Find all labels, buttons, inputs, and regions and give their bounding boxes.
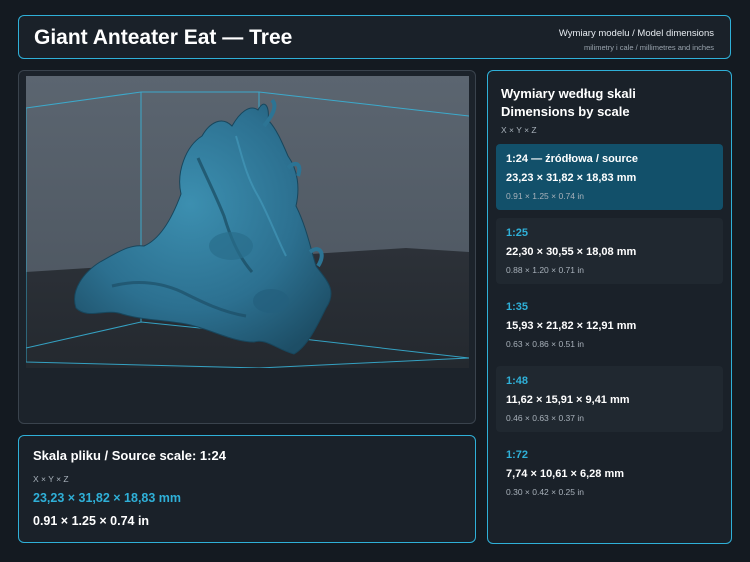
scale-label: 1:24 — źródłowa / source [506, 153, 639, 165]
header-subtitle: Wymiary modelu / Model dimensions [558, 28, 714, 39]
scale-mm: 22,30 × 30,55 × 18,08 mm [506, 246, 637, 258]
scale-card-1-72[interactable]: 1:72 7,74 × 10,61 × 6,28 mm 0.30 × 0.42 … [496, 440, 723, 506]
scale-mm: 15,93 × 21,82 × 12,91 mm [506, 320, 637, 332]
scale-card-1-24[interactable]: 1:24 — źródłowa / source 23,23 × 31,82 ×… [496, 144, 723, 210]
scales-panel-axes: X × Y × Z [501, 125, 537, 135]
scale-label: 1:48 [506, 375, 529, 387]
scale-mm: 11,62 × 15,91 × 9,41 mm [506, 394, 630, 406]
scale-label: 1:25 [506, 227, 529, 239]
scale-inches: 0.30 × 0.42 × 0.25 in [506, 487, 584, 497]
scale-label: 1:35 [506, 301, 529, 313]
scales-title-en: Dimensions by scale [501, 104, 630, 119]
page-title: Giant Anteater Eat — Tree [34, 26, 293, 49]
scale-card-1-35[interactable]: 1:35 15,93 × 21,82 × 12,91 mm 0.63 × 0.8… [496, 292, 723, 358]
scales-title-pl: Wymiary według skali [501, 86, 636, 101]
scale-inches: 0.91 × 1.25 × 0.74 in [506, 191, 584, 201]
header: Giant Anteater Eat — Tree Wymiary modelu… [18, 15, 731, 59]
scale-mm: 7,74 × 10,61 × 6,28 mm [506, 468, 625, 480]
source-scale-panel: Skala pliku / Source scale: 1:24 X × Y ×… [18, 435, 476, 543]
model-viewport[interactable] [18, 70, 476, 424]
source-scale-axes: X × Y × Z [33, 474, 69, 484]
dimensions-by-scale-panel: Wymiary według skali Dimensions by scale… [487, 70, 732, 544]
scale-inches: 0.46 × 0.63 × 0.37 in [506, 413, 584, 423]
scale-card-1-48[interactable]: 1:48 11,62 × 15,91 × 9,41 mm 0.46 × 0.63… [496, 366, 723, 432]
scales-panel-title: Wymiary według skali Dimensions by scale [501, 85, 636, 121]
source-scale-title: Skala pliku / Source scale: 1:24 [33, 448, 226, 463]
header-units-note: milimetry i cale / millimetres and inche… [583, 43, 714, 52]
scale-mm: 23,23 × 31,82 × 18,83 mm [506, 172, 637, 184]
scale-card-1-25[interactable]: 1:25 22,30 × 30,55 × 18,08 mm 0.88 × 1.2… [496, 218, 723, 284]
scale-inches: 0.88 × 1.20 × 0.71 in [506, 265, 584, 275]
scale-label: 1:72 [506, 449, 529, 461]
model-render[interactable] [26, 76, 469, 368]
source-scale-inches: 0.91 × 1.25 × 0.74 in [33, 514, 150, 528]
scale-inches: 0.63 × 0.86 × 0.51 in [506, 339, 584, 349]
source-scale-mm: 23,23 × 31,82 × 18,83 mm [33, 491, 182, 505]
